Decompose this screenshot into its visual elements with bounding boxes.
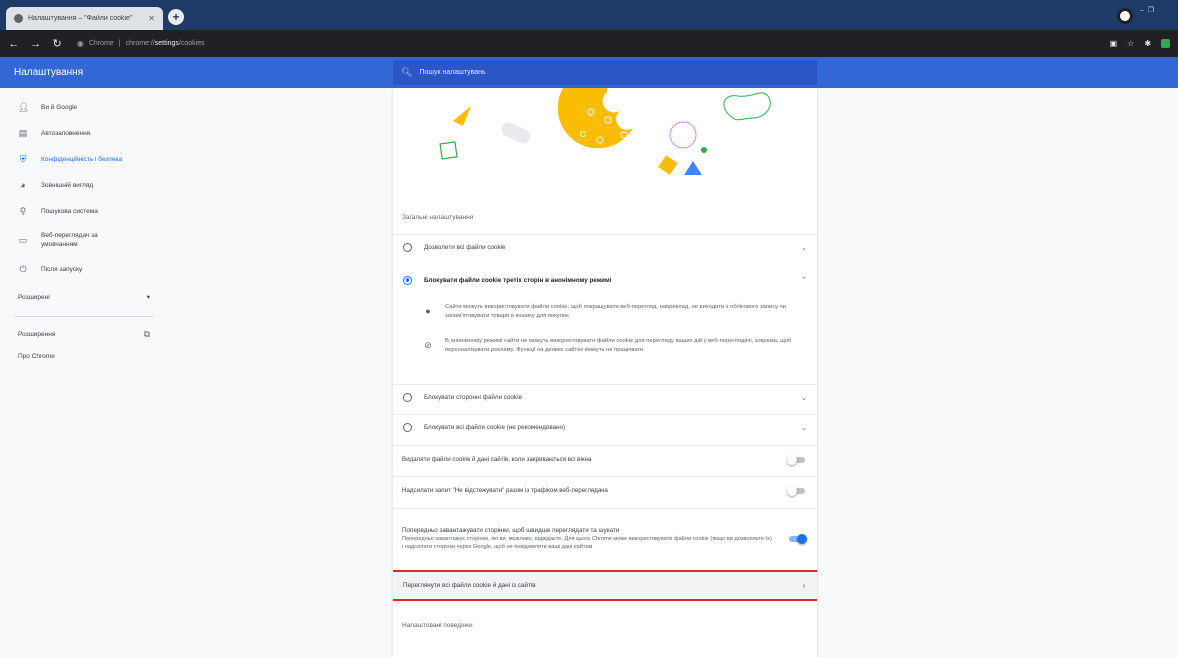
sidebar-item-default-browser[interactable]: ▭ Веб-переглядач за умовчанням: [0, 224, 170, 256]
sidebar-item-extensions[interactable]: Розширення ⧉: [0, 321, 170, 347]
cast-icon[interactable]: ▣: [1110, 39, 1118, 48]
sidebar-item-about[interactable]: Про Chrome: [0, 347, 170, 365]
clear-on-exit-toggle[interactable]: [787, 454, 807, 466]
url-text: chrome://settings/cookies: [125, 40, 205, 47]
option-block-third-party[interactable]: Блокувати сторонні файли cookie ⌄: [393, 384, 817, 410]
sidebar-advanced[interactable]: Розширені ▾: [0, 282, 170, 312]
cookie-icon: ●: [425, 306, 431, 316]
sidebar-item-appearance[interactable]: ◕ Зовнішній вигляд: [0, 172, 170, 198]
option-block-all[interactable]: Блокувати всі файли cookie (не рекомендо…: [393, 414, 817, 440]
profile-icon[interactable]: [1117, 8, 1133, 24]
sidebar-divider: [14, 316, 154, 317]
sidebar-item-you-and-google[interactable]: 👤︎ Ви й Google: [0, 94, 170, 120]
sidebar-item-search-engine[interactable]: ⚲ Пошукова система: [0, 198, 170, 224]
tab-title: Налаштування – "Файли cookie": [28, 15, 133, 22]
palette-icon: ◕: [20, 180, 26, 190]
clear-on-exit-row: Видаляти файли cookie й дані сайтів, кол…: [393, 445, 817, 473]
customized-behaviors-label: Налаштовані поведінки: [402, 622, 473, 629]
chevron-down-icon: ▾: [146, 294, 150, 301]
settings-header: Налаштування 🔍︎ Пошук налаштувань: [0, 57, 1178, 88]
extension-icon[interactable]: [1161, 39, 1171, 48]
radio-block-third-party-incognito[interactable]: [403, 275, 412, 285]
sidebar: 👤︎ Ви й Google ▤ Автозаповнення ⛨ Конфід…: [0, 88, 170, 365]
cookie-illustration: [393, 88, 817, 193]
puzzle-icon[interactable]: ✱: [1144, 39, 1151, 48]
forward-icon[interactable]: →: [30, 38, 42, 50]
search-icon: 🔍︎: [401, 67, 413, 77]
do-not-track-toggle[interactable]: [787, 485, 807, 497]
power-icon: ⏻: [19, 263, 27, 274]
see-all-cookies-link[interactable]: Переглянути всі файли cookie й дані із с…: [393, 570, 817, 601]
window-controls[interactable]: – ❐: [1140, 6, 1155, 14]
cookies-settings-card: Загальні налаштування Дозволити всі файл…: [393, 88, 817, 657]
browser-icon: ▭: [18, 234, 28, 245]
preload-title: Попередньо завантажувати сторінки, щоб ш…: [402, 526, 620, 534]
url-separator: |: [118, 40, 121, 47]
clipboard-icon: ▤: [18, 127, 28, 138]
option-detail-cookies: ● Сайти можуть використовувати файли coo…: [423, 303, 807, 320]
radio-block-third-party[interactable]: [403, 393, 412, 402]
do-not-track-row: Надсилати запит "Не відстежувати" разом …: [393, 476, 817, 504]
radio-block-all[interactable]: [403, 423, 412, 432]
close-icon[interactable]: ✕: [148, 14, 155, 23]
shield-icon: ⛨: [19, 153, 27, 164]
chevron-down-icon[interactable]: ⌄: [791, 424, 817, 432]
sidebar-item-on-startup[interactable]: ⏻ Після запуску: [0, 256, 170, 282]
person-icon: 👤︎: [18, 101, 30, 112]
url-chip: Chrome: [88, 40, 114, 47]
preload-description: Попередньо завантажує сторінки, які ви, …: [402, 535, 772, 550]
option-detail-incognito: ⊘ В анонімному режимі сайти не можуть ви…: [424, 338, 792, 353]
option-allow-all[interactable]: Дозволити всі файли cookie ⌄: [393, 234, 817, 260]
page-title: Налаштування: [14, 67, 84, 78]
tab-settings[interactable]: Налаштування – "Файли cookie" ✕: [6, 7, 163, 30]
search-input[interactable]: 🔍︎ Пошук налаштувань: [393, 60, 817, 85]
address-bar[interactable]: ◉ Chrome | chrome://settings/cookies: [72, 34, 1100, 53]
star-icon[interactable]: ☆: [1127, 39, 1134, 48]
external-link-icon: ⧉: [143, 328, 150, 339]
chrome-icon: ◉: [76, 39, 84, 48]
chevron-down-icon[interactable]: ⌄: [791, 244, 817, 252]
new-tab-button[interactable]: +: [168, 9, 184, 25]
chevron-up-icon[interactable]: ⌃: [791, 276, 817, 284]
sidebar-item-privacy[interactable]: ⛨ Конфіденційність і безпека: [0, 146, 170, 172]
reload-icon[interactable]: ↻: [51, 37, 63, 50]
gear-icon: [14, 14, 23, 23]
sidebar-item-autofill[interactable]: ▤ Автозаповнення: [0, 120, 170, 146]
radio-allow-all[interactable]: [403, 243, 412, 252]
chevron-right-icon: ›: [802, 581, 806, 590]
browser-toolbar: ← → ↻ ◉ Chrome | chrome://settings/cooki…: [0, 30, 1178, 57]
preload-pages-row: Попередньо завантажувати сторінки, щоб ш…: [393, 508, 817, 568]
option-block-third-party-incognito[interactable]: Блокувати файли cookie третіх сторін в а…: [393, 267, 817, 293]
chevron-down-icon[interactable]: ⌄: [791, 394, 817, 402]
back-icon[interactable]: ←: [8, 38, 20, 50]
search-placeholder: Пошук налаштувань: [419, 69, 486, 76]
search-icon: ⚲: [19, 205, 27, 216]
preload-toggle[interactable]: [787, 533, 807, 545]
general-settings-label: Загальні налаштування: [402, 214, 474, 221]
block-icon: ⊘: [424, 340, 432, 350]
tab-strip: Налаштування – "Файли cookie" ✕ + – ❐: [0, 0, 1178, 30]
